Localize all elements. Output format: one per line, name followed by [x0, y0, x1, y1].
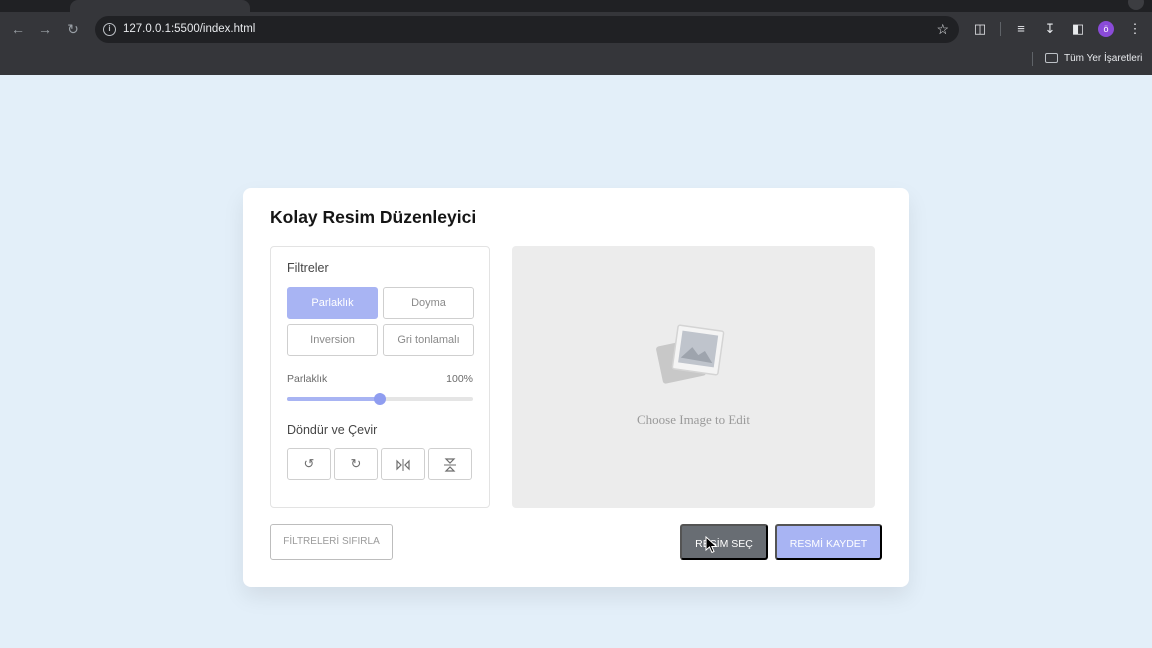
address-bar[interactable]: i 127.0.0.1:5500/index.html ☆: [95, 16, 959, 43]
slider-label: Parlaklık: [287, 373, 328, 385]
extensions-icon[interactable]: ◫: [967, 14, 993, 44]
media-icon[interactable]: ≡: [1008, 14, 1034, 44]
back-icon[interactable]: ←: [4, 14, 32, 44]
filter-slider[interactable]: [287, 393, 473, 405]
slider-value: 100%: [446, 373, 473, 385]
mouse-cursor-icon: [705, 536, 718, 554]
site-info-icon[interactable]: i: [103, 23, 116, 36]
editor-card: Kolay Resim Düzenleyici Filtreler Parlak…: [243, 188, 909, 587]
rotate-right-icon: ↻: [350, 456, 362, 471]
slider-fill: [287, 397, 380, 401]
save-image-button[interactable]: RESMİ KAYDET: [775, 524, 882, 560]
forward-icon[interactable]: →: [31, 14, 59, 44]
rotate-left-icon: ↺: [303, 456, 315, 471]
flip-vertical-icon: [444, 457, 456, 472]
page-title: Kolay Resim Düzenleyici: [270, 207, 477, 227]
tab-strip: [0, 0, 1152, 12]
download-icon[interactable]: ↧: [1037, 14, 1063, 44]
bookmarks-bar: Tüm Yer İşaretleri: [0, 47, 1152, 71]
tab-search-button[interactable]: [1128, 0, 1144, 10]
image-preview: Choose Image to Edit: [512, 246, 875, 508]
rotate-left-button[interactable]: ↺: [287, 448, 331, 480]
filter-panel: Filtreler Parlaklık Doyma Inversion Gri …: [270, 246, 490, 508]
url-text: 127.0.0.1:5500/index.html: [123, 23, 256, 35]
rotate-right-button[interactable]: ↻: [334, 448, 378, 480]
menu-icon[interactable]: ⋮: [1122, 14, 1148, 44]
folder-icon: [1045, 53, 1058, 63]
toolbar-divider: [1000, 22, 1001, 36]
image-placeholder-icon: [656, 324, 725, 384]
browser-tab[interactable]: [70, 0, 250, 12]
filter-saturation-button[interactable]: Doyma: [383, 287, 474, 319]
profile-avatar[interactable]: ö: [1098, 21, 1114, 37]
side-panel-icon[interactable]: ◧: [1065, 14, 1091, 44]
flip-horizontal-icon: [396, 458, 410, 471]
reset-filters-button[interactable]: FİLTRELERİ SIFIRLA: [270, 524, 393, 560]
reload-icon[interactable]: ↻: [59, 14, 87, 44]
rotate-heading: Döndür ve Çevir: [287, 423, 378, 437]
all-bookmarks-link[interactable]: Tüm Yer İşaretleri: [1064, 47, 1142, 71]
filter-inversion-button[interactable]: Inversion: [287, 324, 378, 356]
browser-chrome: ← → ↻ i 127.0.0.1:5500/index.html ☆ ◫ ≡ …: [0, 0, 1152, 75]
flip-horizontal-button[interactable]: [381, 448, 425, 480]
choose-image-button[interactable]: RESİM SEÇ: [680, 524, 768, 560]
filter-brightness-button[interactable]: Parlaklık: [287, 287, 378, 319]
flip-vertical-button[interactable]: [428, 448, 472, 480]
preview-placeholder-text: Choose Image to Edit: [636, 412, 750, 427]
browser-toolbar: ← → ↻ i 127.0.0.1:5500/index.html ☆ ◫ ≡ …: [0, 14, 1152, 44]
slider-thumb[interactable]: [374, 393, 386, 405]
bookmark-star-icon[interactable]: ☆: [936, 16, 949, 43]
filters-heading: Filtreler: [287, 261, 329, 275]
bookmarks-divider: [1032, 52, 1033, 66]
filter-grayscale-button[interactable]: Gri tonlamalı: [383, 324, 474, 356]
